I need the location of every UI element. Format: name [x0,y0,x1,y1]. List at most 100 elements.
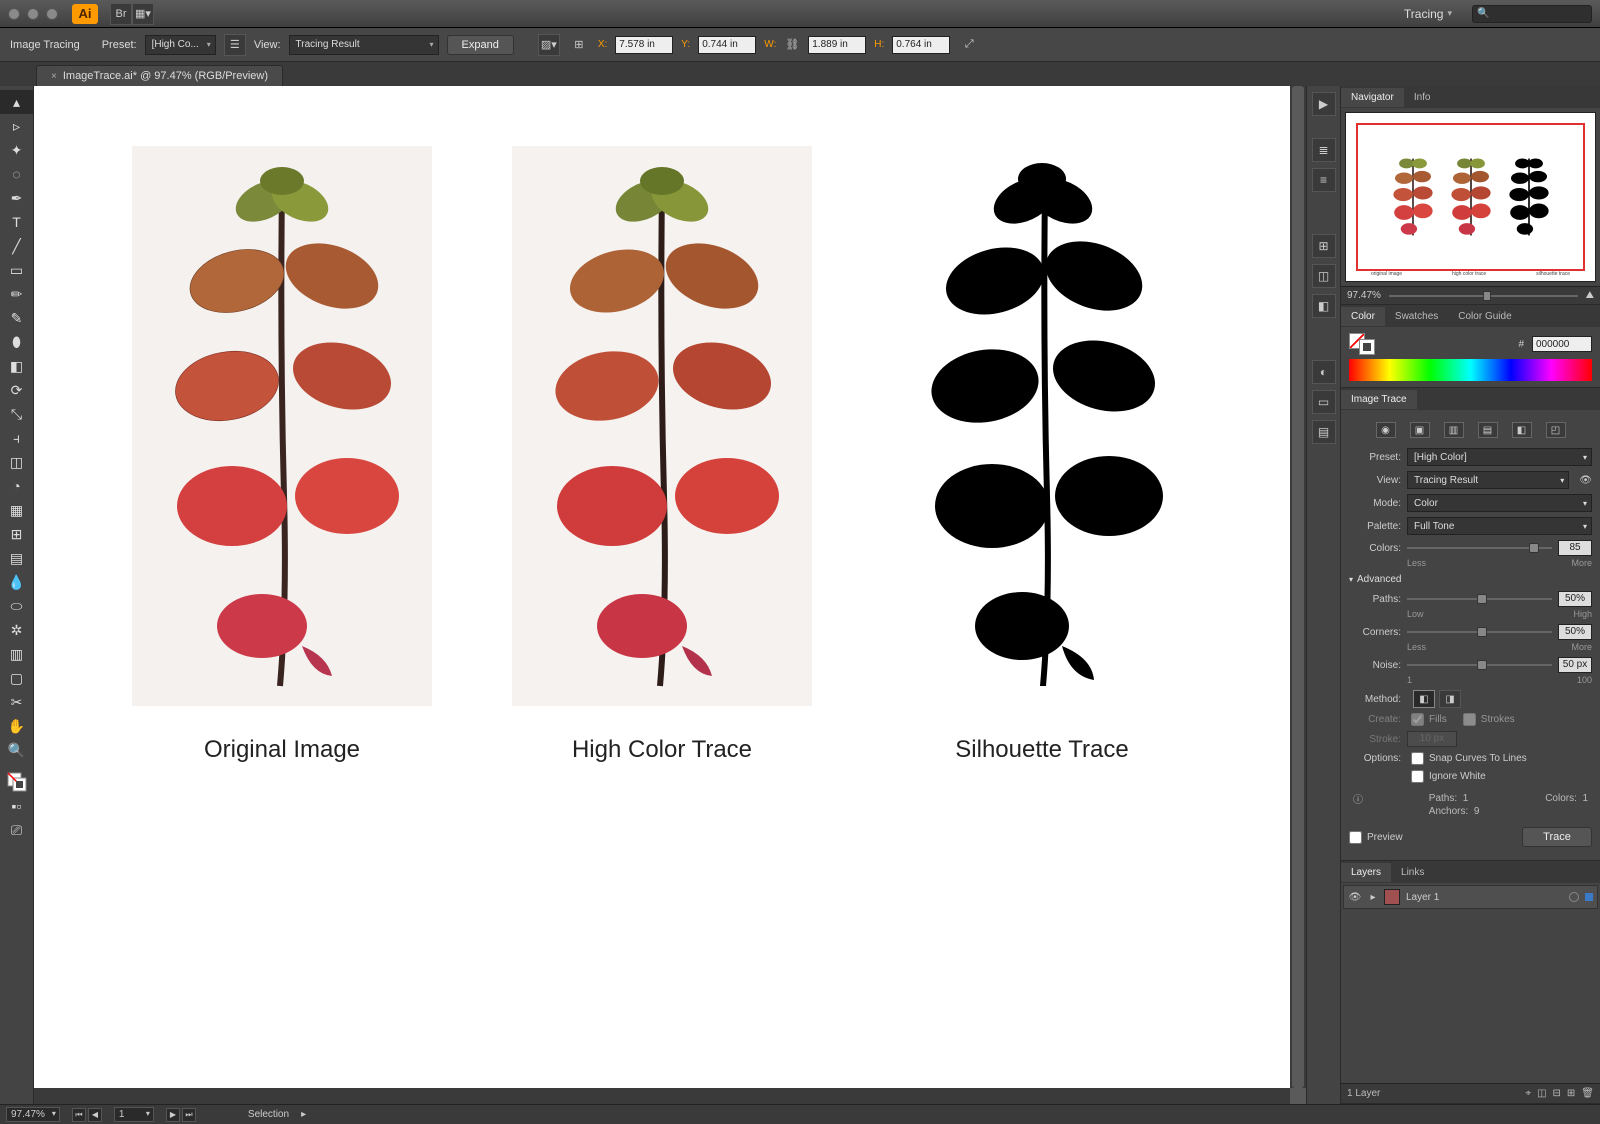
preview-checkbox[interactable] [1349,831,1362,844]
navigator-thumbnail[interactable]: original image high color trace silhouet… [1345,112,1596,282]
direct-selection-tool[interactable]: ▹ [0,114,33,138]
graph-tool[interactable]: ▥ [0,642,33,666]
status-zoom-dropdown[interactable]: 97.47% [6,1107,60,1122]
it-noise-slider[interactable] [1407,658,1552,672]
disclosure-icon[interactable]: ▸ [1368,892,1378,903]
color-mode-icons[interactable]: ▪▫ [0,794,33,818]
symbol-sprayer-tool[interactable]: ✲ [0,618,33,642]
visibility-toggle-icon[interactable]: 👁 [1348,892,1362,903]
trace-gray-icon[interactable]: ▤ [1478,422,1498,438]
view-dropdown[interactable]: Tracing Result [289,35,439,55]
it-colors-slider[interactable] [1407,541,1552,555]
new-sublayer-icon[interactable]: ⊟ [1553,1088,1561,1099]
reference-point-icon[interactable]: ⊞ [568,34,590,56]
trace-outline-icon[interactable]: ◰ [1546,422,1566,438]
it-colors-value[interactable]: 85 [1558,540,1592,556]
artboard-nav-dropdown[interactable]: 1 [114,1107,154,1122]
h-field[interactable] [892,36,950,54]
width-tool[interactable]: ⫞ [0,426,33,450]
lasso-tool[interactable]: ◌ [0,162,33,186]
new-layer-icon[interactable]: ⊞ [1567,1088,1575,1099]
dock-play-icon[interactable]: ▶ [1312,92,1336,116]
free-transform-tool[interactable]: ◫ [0,450,33,474]
tab-layers[interactable]: Layers [1341,863,1391,882]
color-spectrum[interactable] [1349,359,1592,381]
scale-tool[interactable]: ⤡ [0,402,33,426]
constrain-icon[interactable]: ⤢ [958,34,980,56]
delete-layer-icon[interactable]: 🗑 [1581,1088,1594,1099]
trace-lowcolor-icon[interactable]: ▥ [1444,422,1464,438]
trace-panel-icon[interactable]: ☰ [224,34,246,56]
trace-bw-icon[interactable]: ◧ [1512,422,1532,438]
trace-photo-icon[interactable]: ▣ [1410,422,1430,438]
canvas[interactable]: Original Image [34,86,1290,1088]
navigator-zoom-slider[interactable] [1389,295,1578,297]
fill-stroke-swap[interactable] [0,770,33,794]
it-preset-dropdown[interactable]: [High Color] [1407,448,1592,466]
traffic-zoom[interactable] [46,8,58,20]
method-abutting[interactable]: ◧ [1413,690,1435,708]
search-input[interactable] [1472,5,1592,23]
dock-align-icon[interactable]: ≣ [1312,138,1336,162]
layer-row[interactable]: 👁 ▸ Layer 1 [1343,885,1598,909]
arrange-docs-icon[interactable]: ▦▾ [132,3,154,25]
zoom-tool[interactable]: 🔍 [0,738,33,762]
rectangle-tool[interactable]: ▭ [0,258,33,282]
close-tab-icon[interactable]: × [51,71,57,82]
selection-tool[interactable]: ▴ [0,90,33,114]
it-view-dropdown[interactable]: Tracing Result [1407,471,1569,489]
expand-button[interactable]: Expand [447,35,514,55]
artboard-tool[interactable]: ▢ [0,666,33,690]
fill-stroke-indicator[interactable] [1349,333,1375,355]
shape-builder-tool[interactable]: ◔ [0,474,33,498]
workspace-switcher[interactable]: Tracing [1394,5,1462,23]
mask-icon[interactable]: ▨▾ [538,34,560,56]
tab-swatches[interactable]: Swatches [1385,307,1448,326]
trace-auto-icon[interactable]: ◉ [1376,422,1396,438]
dock-info-icon[interactable]: ◫ [1312,264,1336,288]
blob-brush-tool[interactable]: ⬮ [0,330,33,354]
tab-navigator[interactable]: Navigator [1341,88,1404,107]
dock-transform-icon[interactable]: ⊞ [1312,234,1336,258]
it-palette-dropdown[interactable]: Full Tone [1407,517,1592,535]
tab-color[interactable]: Color [1341,307,1385,326]
gradient-tool[interactable]: ▤ [0,546,33,570]
trace-button[interactable]: Trace [1522,827,1592,847]
line-tool[interactable]: ╱ [0,234,33,258]
it-corners-slider[interactable] [1407,625,1552,639]
advanced-disclosure[interactable]: Advanced [1349,574,1592,585]
locate-icon[interactable]: ⌖ [1525,1088,1531,1099]
slice-tool[interactable]: ✂ [0,690,33,714]
dock-pathfinder-icon[interactable]: ≡ [1312,168,1336,192]
mesh-tool[interactable]: ⊞ [0,522,33,546]
make-clip-icon[interactable]: ◫ [1537,1088,1546,1099]
rotate-tool[interactable]: ⟳ [0,378,33,402]
link-wh-icon[interactable]: ⛓ [784,37,800,53]
traffic-close[interactable] [8,8,20,20]
hex-input[interactable] [1532,336,1592,352]
pen-tool[interactable]: ✒ [0,186,33,210]
last-artboard-button[interactable]: ⏭ [182,1108,196,1122]
prev-artboard-button[interactable]: ◀ [88,1108,102,1122]
document-tab[interactable]: × ImageTrace.ai* @ 97.47% (RGB/Preview) [36,65,283,86]
it-mode-dropdown[interactable]: Color [1407,494,1592,512]
w-field[interactable] [808,36,866,54]
status-chevron-icon[interactable]: ▸ [301,1109,306,1120]
pencil-tool[interactable]: ✎ [0,306,33,330]
layer-name[interactable]: Layer 1 [1406,892,1439,903]
y-field[interactable] [698,36,756,54]
next-artboard-button[interactable]: ▶ [166,1108,180,1122]
bridge-icon[interactable]: Br [110,3,132,25]
preset-dropdown[interactable]: [High Co... [145,35,216,55]
dock-color-icon[interactable]: ◐ [1312,360,1336,384]
tab-links[interactable]: Links [1391,863,1434,882]
snap-checkbox[interactable] [1411,752,1424,765]
tab-image-trace[interactable]: Image Trace [1341,390,1417,409]
perspective-tool[interactable]: ▦ [0,498,33,522]
first-artboard-button[interactable]: ⏮ [72,1108,86,1122]
eraser-tool[interactable]: ◧ [0,354,33,378]
dock-gradient-icon[interactable]: ▤ [1312,420,1336,444]
ignore-white-checkbox[interactable] [1411,770,1424,783]
dock-stroke-icon[interactable]: ▭ [1312,390,1336,414]
it-paths-value[interactable]: 50% [1558,591,1592,607]
